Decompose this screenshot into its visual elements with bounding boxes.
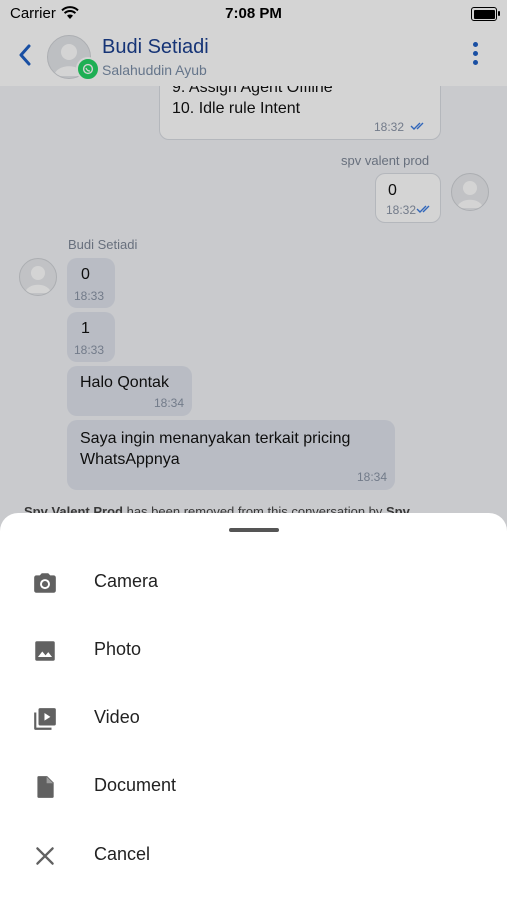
option-label: Cancel [94,844,151,864]
option-label: Video [94,707,140,727]
camera-option[interactable]: Camera [0,552,507,612]
cancel-option[interactable]: Cancel [0,825,507,885]
option-label: Document [94,775,177,795]
sheet-drag-handle[interactable] [229,528,279,532]
close-icon [36,847,54,865]
photo-option[interactable]: Photo [0,620,507,680]
photo-icon [35,641,55,661]
video-library-icon [34,708,56,730]
option-label: Photo [94,639,142,659]
camera-icon [34,573,56,593]
option-label: Camera [94,571,159,591]
document-option[interactable]: Document [0,756,507,816]
video-option[interactable]: Video [0,688,507,748]
document-icon [37,776,54,798]
attachment-bottom-sheet: Camera Photo Video Document Cancel [0,513,507,900]
